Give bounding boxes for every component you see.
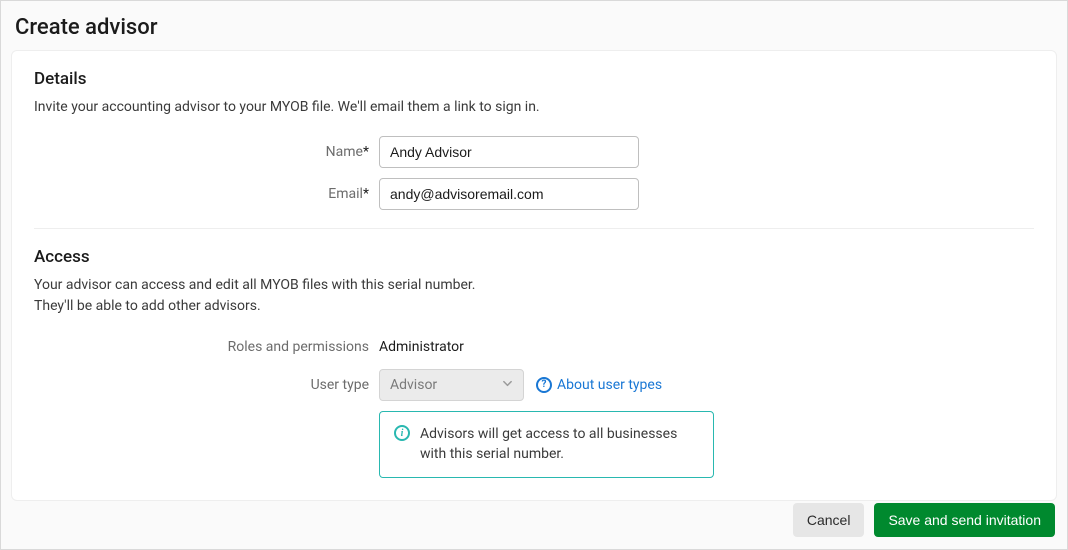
name-input[interactable]: [379, 136, 639, 168]
save-button[interactable]: Save and send invitation: [874, 503, 1055, 537]
details-section: Details Invite your accounting advisor t…: [34, 69, 1034, 210]
email-row: Email*: [34, 178, 1034, 210]
page-title: Create advisor: [11, 11, 1057, 50]
access-description: Your advisor can access and edit all MYO…: [34, 275, 1034, 317]
access-heading: Access: [34, 247, 1034, 267]
name-row: Name*: [34, 136, 1034, 168]
about-user-types-link[interactable]: ? About user types: [536, 377, 662, 393]
footer-actions: Cancel Save and send invitation: [793, 503, 1055, 537]
name-label: Name*: [34, 144, 379, 160]
info-callout: i Advisors will get access to all busine…: [379, 411, 714, 478]
section-divider: [34, 228, 1034, 229]
user-type-value: Advisor: [390, 377, 437, 393]
email-label: Email*: [34, 186, 379, 202]
roles-row: Roles and permissions Administrator: [34, 335, 1034, 359]
user-type-row: User type Advisor ? About user types: [34, 369, 1034, 401]
help-icon: ?: [536, 377, 552, 393]
create-advisor-page: Create advisor Details Invite your accou…: [0, 0, 1068, 550]
about-link-text: About user types: [557, 377, 662, 393]
info-text: Advisors will get access to all business…: [420, 424, 699, 465]
cancel-button[interactable]: Cancel: [793, 503, 865, 537]
user-type-label: User type: [34, 377, 379, 393]
roles-value: Administrator: [379, 335, 464, 359]
email-input[interactable]: [379, 178, 639, 210]
details-heading: Details: [34, 69, 1034, 89]
info-icon: i: [394, 425, 410, 441]
access-section: Access Your advisor can access and edit …: [34, 247, 1034, 478]
user-type-select: Advisor: [379, 369, 524, 401]
roles-label: Roles and permissions: [34, 339, 379, 355]
details-description: Invite your accounting advisor to your M…: [34, 97, 1034, 118]
chevron-down-icon: [502, 377, 513, 393]
form-card: Details Invite your accounting advisor t…: [11, 50, 1057, 501]
